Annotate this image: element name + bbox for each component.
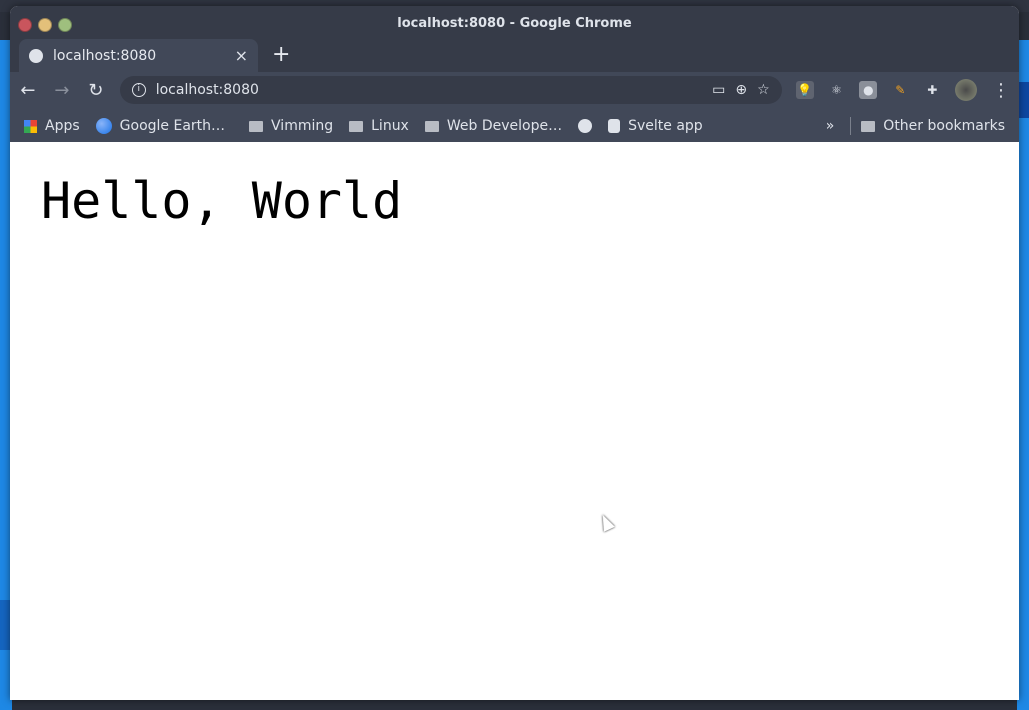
bookmark-vimming[interactable]: Vimming	[249, 118, 333, 134]
bookmarks-bar: Apps Google Earth… Vimming Linux Web Dev…	[10, 108, 1019, 145]
close-tab-icon[interactable]: ×	[235, 46, 248, 65]
apps-grid-icon	[24, 119, 37, 133]
globe-icon	[29, 48, 43, 63]
menu-icon[interactable]: ⋮	[991, 80, 1011, 101]
window-title: localhost:8080 - Google Chrome	[397, 16, 632, 31]
folder-icon	[349, 120, 364, 132]
page-content: Hello, World	[10, 142, 1019, 700]
new-tab-button[interactable]: +	[272, 42, 290, 67]
bookmark-label: Vimming	[271, 118, 334, 134]
google-earth-icon	[95, 118, 112, 134]
bookmark-web-development[interactable]: Web Develope…	[424, 118, 563, 134]
divider	[850, 117, 852, 135]
tab-label: localhost:8080	[53, 47, 157, 64]
cast-icon[interactable]: ▭	[712, 82, 725, 98]
lightbulb-extension-icon[interactable]: 💡	[795, 81, 814, 99]
url-text[interactable]: localhost:8080	[156, 82, 702, 98]
reload-button[interactable]: ↻	[86, 80, 106, 101]
puzzle-icon[interactable]: ✚	[923, 81, 941, 99]
pen-extension-icon[interactable]: ✎	[891, 81, 909, 99]
bookmark-label: Web Develope…	[446, 118, 563, 134]
title-bar: localhost:8080 - Google Chrome localhost…	[10, 6, 1019, 72]
line-extension-icon[interactable]: ●	[859, 81, 878, 99]
address-bar[interactable]: i localhost:8080 ▭ ⊕ ☆	[119, 76, 782, 104]
bookmark-label: Apps	[45, 118, 80, 134]
toolbar: ← → ↻ i localhost:8080 ▭ ⊕ ☆ 💡 ⚛ ● ✎ ✚ ⋮	[10, 72, 1019, 108]
bookmark-apps[interactable]: Apps	[24, 118, 80, 134]
bookmark-globe[interactable]	[578, 119, 593, 133]
bookmarks-overflow-button[interactable]: »	[826, 118, 835, 134]
bookmark-label: Google Earth…	[119, 118, 226, 134]
bookmark-label: Linux	[371, 118, 409, 134]
star-icon[interactable]: ☆	[757, 82, 770, 98]
bookmark-google-earth[interactable]: Google Earth…	[95, 118, 226, 134]
bookmark-linux[interactable]: Linux	[349, 118, 409, 134]
svelte-icon	[608, 119, 621, 133]
page-heading: Hello, World	[41, 172, 403, 230]
bookmark-svelte-app[interactable]: Svelte app	[608, 118, 703, 134]
info-icon[interactable]: i	[131, 83, 146, 97]
zoom-icon[interactable]: ⊕	[735, 82, 747, 98]
browser-window: localhost:8080 - Google Chrome localhost…	[10, 6, 1019, 700]
globe-icon	[578, 119, 593, 133]
folder-icon	[861, 120, 876, 132]
bookmark-label: Svelte app	[628, 118, 703, 134]
forward-button[interactable]: →	[52, 80, 72, 101]
folder-icon	[424, 120, 439, 132]
avatar[interactable]	[955, 79, 978, 101]
tab-localhost[interactable]: localhost:8080 ×	[19, 39, 258, 72]
folder-icon	[249, 120, 264, 132]
other-bookmarks[interactable]: Other bookmarks	[861, 118, 1005, 134]
react-extension-icon[interactable]: ⚛	[828, 81, 846, 99]
bookmark-label: Other bookmarks	[883, 118, 1005, 134]
mouse-cursor	[597, 512, 615, 532]
back-button[interactable]: ←	[18, 80, 38, 101]
